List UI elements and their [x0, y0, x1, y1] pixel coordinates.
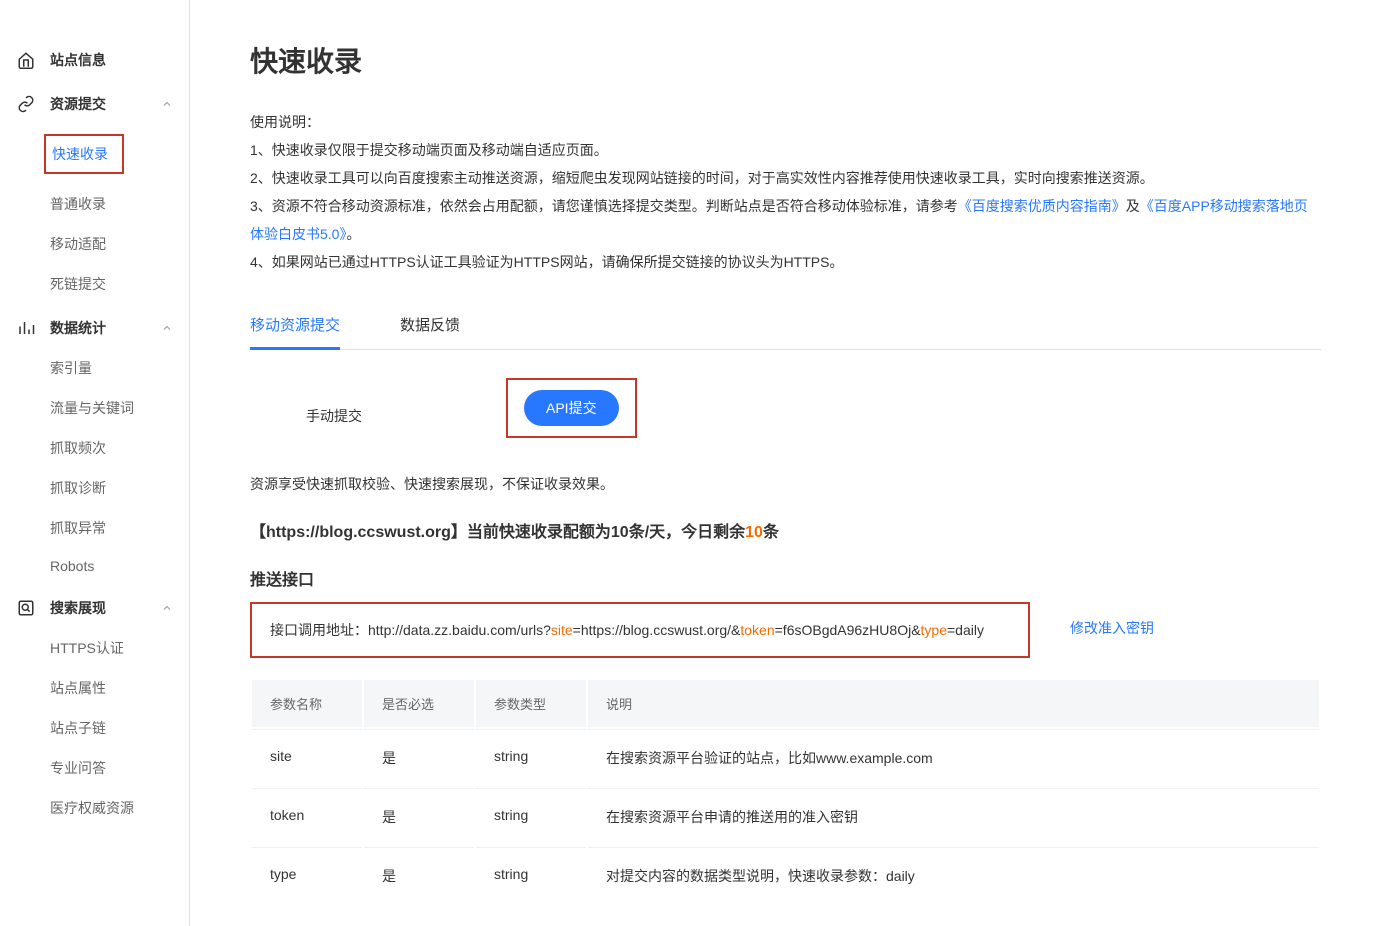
api-url-box: 接口调用地址：http://data.zz.baidu.com/urls?sit… — [250, 602, 1030, 658]
th-name: 参数名称 — [252, 680, 362, 727]
th-desc: 说明 — [588, 680, 1319, 727]
table-row: type 是 string 对提交内容的数据类型说明，快速收录参数：daily — [252, 847, 1319, 904]
sidebar-item-normal-index[interactable]: 普通收录 — [50, 184, 189, 224]
guide-link-1[interactable]: 《百度搜索优质内容指南》 — [958, 198, 1126, 214]
th-required: 是否必选 — [364, 680, 474, 727]
table-row: token 是 string 在搜索资源平台申请的推送用的准入密钥 — [252, 788, 1319, 845]
sidebar-item-index-count[interactable]: 索引量 — [50, 348, 189, 388]
sidebar-item-fast-index[interactable]: 快速收录 — [50, 124, 189, 184]
nav-header-site-info[interactable]: 站点信息 — [0, 40, 189, 80]
sidebar-item-crawl-error[interactable]: 抓取异常 — [50, 508, 189, 548]
sidebar-item-crawl-diag[interactable]: 抓取诊断 — [50, 468, 189, 508]
nav-title: 资源提交 — [50, 94, 161, 114]
nav-group-site-info: 站点信息 — [0, 40, 189, 80]
instructions-label: 使用说明： — [250, 108, 1321, 136]
search-display-icon — [16, 598, 36, 618]
instruction-line-4: 4、如果网站已通过HTTPS认证工具验证为HTTPS网站，请确保所提交链接的协议… — [250, 248, 1321, 276]
chevron-up-icon — [161, 602, 173, 614]
params-table: 参数名称 是否必选 参数类型 说明 site 是 string 在搜索资源平台验… — [250, 678, 1321, 906]
instruction-line-2: 2、快速收录工具可以向百度搜索主动推送资源，缩短爬虫发现网站链接的时间，对于高实… — [250, 164, 1321, 192]
push-section-title: 推送接口 — [250, 566, 1321, 590]
quota-line: 【https://blog.ccswust.org】当前快速收录配额为10条/天… — [250, 518, 1321, 542]
table-row: site 是 string 在搜索资源平台验证的站点，比如www.example… — [252, 729, 1319, 786]
sidebar: 站点信息 资源提交 快速收录 普通收录 移动适配 死链提交 — [0, 0, 190, 926]
sidebar-item-site-sublink[interactable]: 站点子链 — [50, 708, 189, 748]
main-content: 快速收录 使用说明： 1、快速收录仅限于提交移动端页面及移动端自适应页面。 2、… — [190, 0, 1381, 926]
subtab-manual[interactable]: 手动提交 — [286, 396, 382, 436]
nav-title: 数据统计 — [50, 318, 161, 338]
th-type: 参数类型 — [476, 680, 586, 727]
param-site: site — [551, 622, 573, 638]
subtab-row: 手动提交 API提交 — [250, 378, 1321, 454]
nav-header-data-stats[interactable]: 数据统计 — [0, 308, 189, 348]
link-icon — [16, 94, 36, 114]
note-text: 资源享受快速抓取校验、快速搜索展现，不保证收录效果。 — [250, 474, 1321, 494]
nav-group-search-display: 搜索展现 HTTPS认证 站点属性 站点子链 专业问答 医疗权威资源 — [0, 588, 189, 828]
highlight-box: 快速收录 — [44, 134, 124, 174]
tab-data-feedback[interactable]: 数据反馈 — [400, 300, 460, 349]
table-header-row: 参数名称 是否必选 参数类型 说明 — [252, 680, 1319, 727]
nav-group-data-stats: 数据统计 索引量 流量与关键词 抓取频次 抓取诊断 抓取异常 Robots — [0, 308, 189, 584]
page-title: 快速收录 — [250, 40, 1321, 80]
sidebar-item-https[interactable]: HTTPS认证 — [50, 628, 189, 668]
sidebar-item-site-attr[interactable]: 站点属性 — [50, 668, 189, 708]
sidebar-item-medical[interactable]: 医疗权威资源 — [50, 788, 189, 828]
sidebar-item-crawl-freq[interactable]: 抓取频次 — [50, 428, 189, 468]
param-type: type — [921, 622, 947, 638]
quota-count: 10 — [745, 524, 763, 541]
sidebar-item-pro-qa[interactable]: 专业问答 — [50, 748, 189, 788]
nav-header-search-display[interactable]: 搜索展现 — [0, 588, 189, 628]
nav-title: 搜索展现 — [50, 598, 161, 618]
chevron-up-icon — [161, 322, 173, 334]
tab-mobile-submit[interactable]: 移动资源提交 — [250, 300, 340, 349]
main-tabs: 移动资源提交 数据反馈 — [250, 300, 1321, 350]
nav-title: 站点信息 — [50, 50, 173, 70]
chevron-up-icon — [161, 98, 173, 110]
subtab-api-button[interactable]: API提交 — [524, 390, 619, 426]
modify-token-link[interactable]: 修改准入密钥 — [1070, 602, 1154, 638]
push-row: 接口调用地址：http://data.zz.baidu.com/urls?sit… — [250, 602, 1321, 658]
nav-header-resource-submit[interactable]: 资源提交 — [0, 84, 189, 124]
instructions: 使用说明： 1、快速收录仅限于提交移动端页面及移动端自适应页面。 2、快速收录工… — [250, 108, 1321, 276]
sidebar-item-mobile-adapt[interactable]: 移动适配 — [50, 224, 189, 264]
stats-icon — [16, 318, 36, 338]
instruction-line-3: 3、资源不符合移动资源标准，依然会占用配额，请您谨慎选择提交类型。判断站点是否符… — [250, 192, 1321, 248]
sidebar-item-traffic-keywords[interactable]: 流量与关键词 — [50, 388, 189, 428]
highlight-box-api: API提交 — [506, 378, 637, 438]
instruction-line-1: 1、快速收录仅限于提交移动端页面及移动端自适应页面。 — [250, 136, 1321, 164]
nav-group-resource-submit: 资源提交 快速收录 普通收录 移动适配 死链提交 — [0, 84, 189, 304]
sidebar-item-deadlink[interactable]: 死链提交 — [50, 264, 189, 304]
param-token: token — [740, 622, 774, 638]
sidebar-item-robots[interactable]: Robots — [50, 548, 189, 584]
home-icon — [16, 50, 36, 70]
